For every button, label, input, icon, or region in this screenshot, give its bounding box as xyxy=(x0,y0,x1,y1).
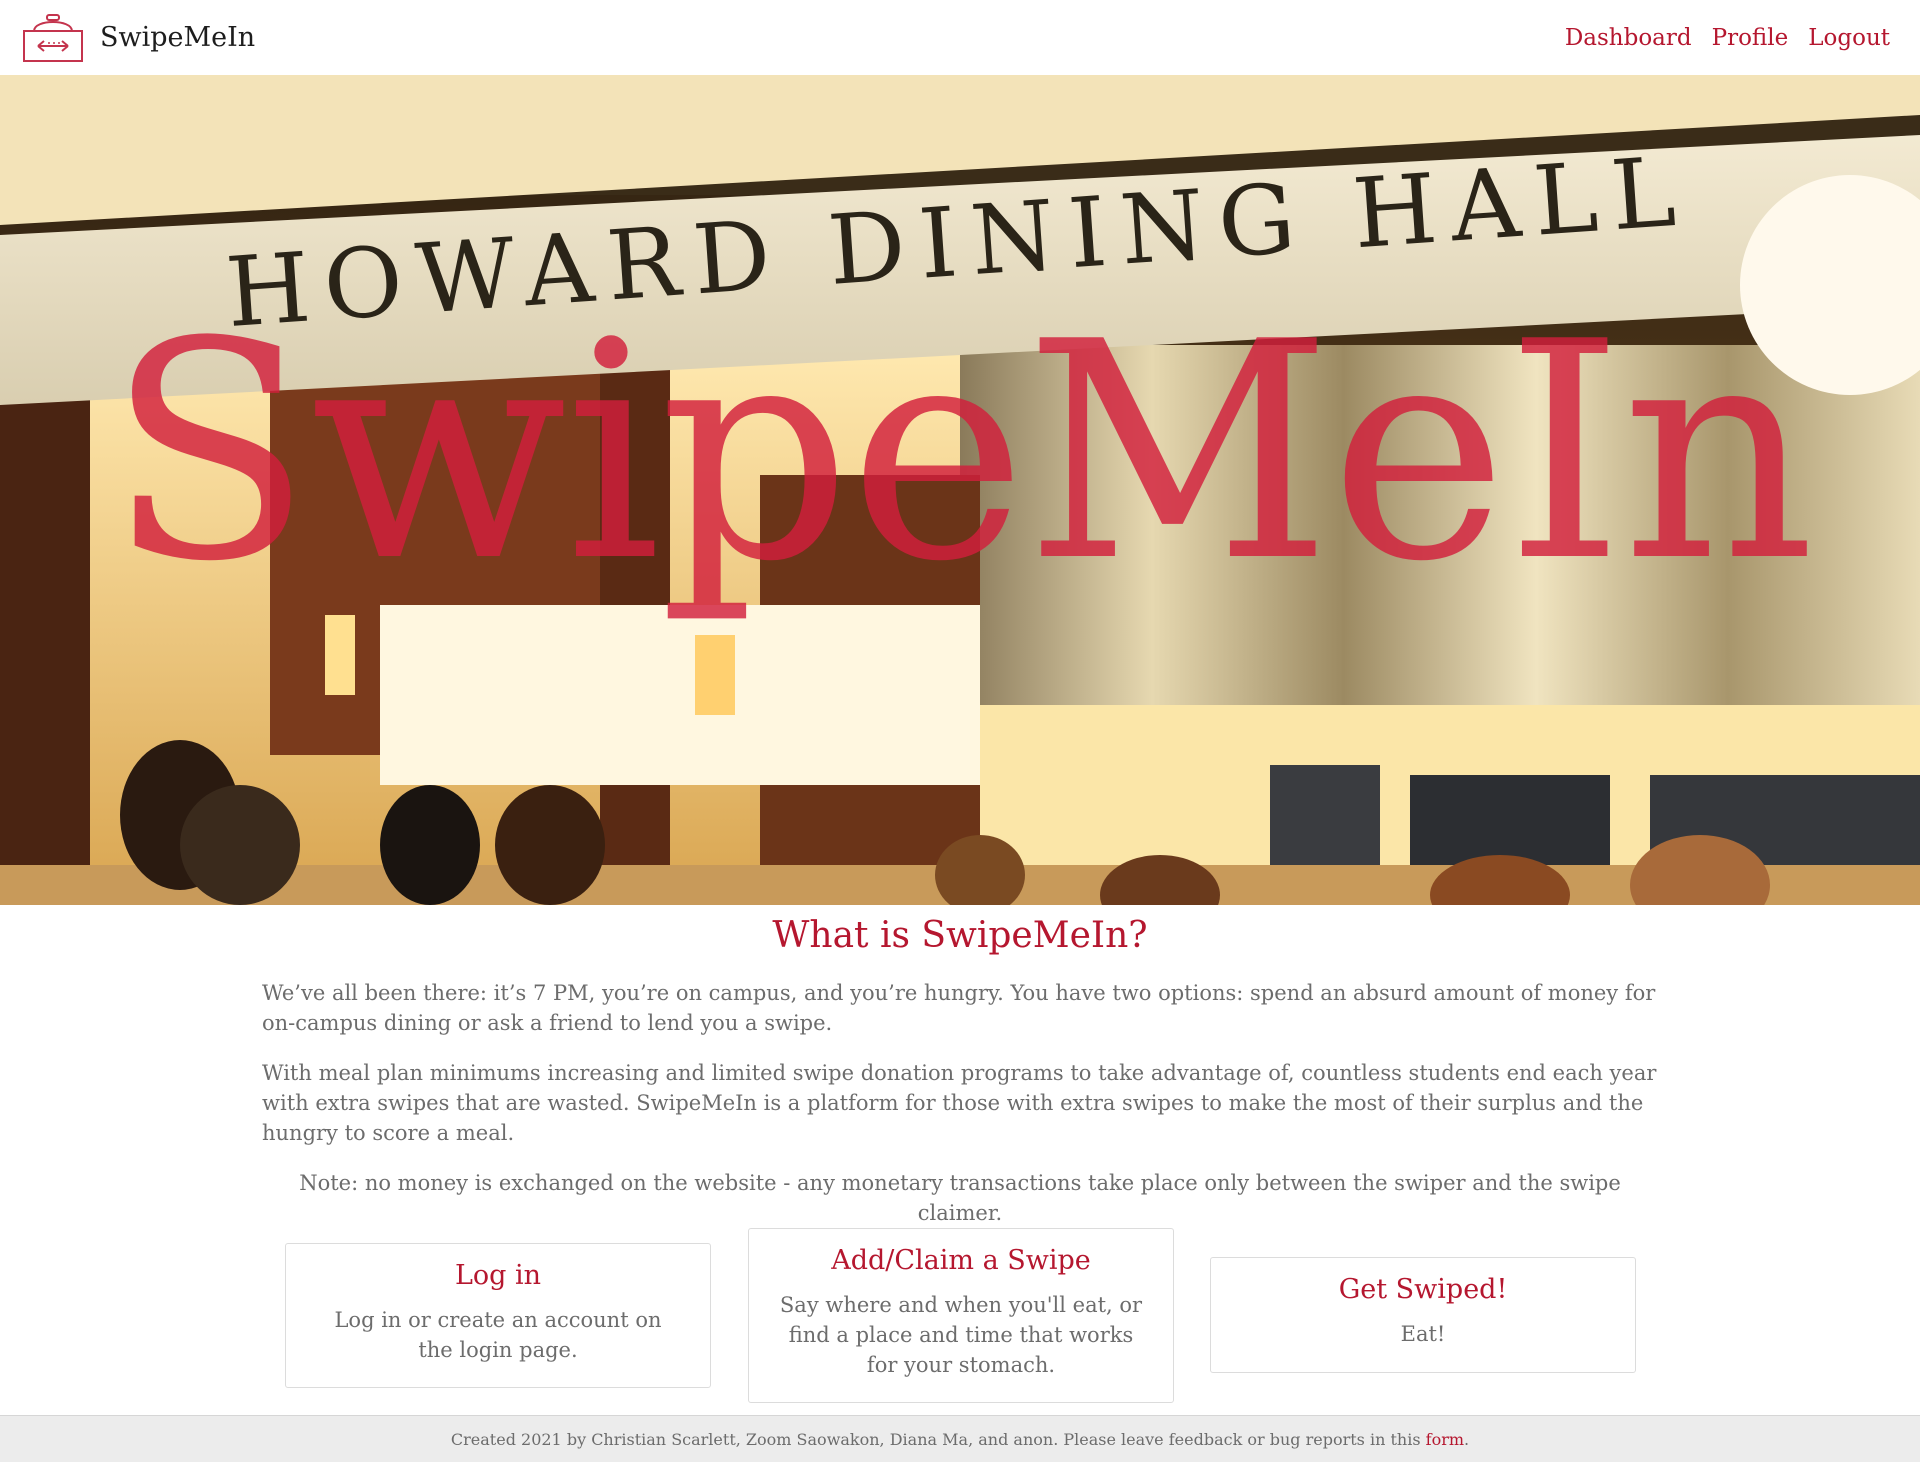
footer-text: Created 2021 by Christian Scarlett, Zoom… xyxy=(450,1429,1421,1449)
nav-link-logout[interactable]: Logout xyxy=(1808,25,1890,51)
navbar: SwipeMeIn Dashboard Profile Logout xyxy=(0,0,1920,75)
steps-cards: Log in Log in or create an account on th… xyxy=(262,1228,1658,1403)
card-log-in[interactable]: Log in Log in or create an account on th… xyxy=(285,1243,711,1388)
nav-links: Dashboard Profile Logout xyxy=(1565,25,1900,51)
hero-title: SwipeMeIn xyxy=(106,278,1815,627)
card-add-claim-swipe[interactable]: Add/Claim a Swipe Say where and when you… xyxy=(748,1228,1174,1403)
about-note: Note: no money is exchanged on the websi… xyxy=(299,1171,1621,1225)
nav-link-dashboard[interactable]: Dashboard xyxy=(1565,25,1692,51)
swipe-logo-icon xyxy=(23,13,83,62)
card-title-get-swiped: Get Swiped! xyxy=(1338,1274,1508,1305)
card-title-log-in: Log in xyxy=(454,1260,542,1291)
about-paragraph-2: With meal plan minimums increasing and l… xyxy=(262,1061,1657,1145)
hero-banner: HOWARD DINING HALL SwipeMeIn xyxy=(0,75,1920,905)
card-get-swiped[interactable]: Get Swiped! Eat! xyxy=(1210,1257,1636,1373)
about-paragraph-1: We’ve all been there: it’s 7 PM, you’re … xyxy=(262,981,1656,1035)
nav-link-profile[interactable]: Profile xyxy=(1712,25,1789,51)
brand-link[interactable]: SwipeMeIn xyxy=(20,11,255,65)
about-section: What is SwipeMeIn? We’ve all been there:… xyxy=(262,915,1658,1248)
about-title: What is SwipeMeIn? xyxy=(772,915,1148,956)
brand-name: SwipeMeIn xyxy=(100,22,256,53)
feedback-form-link[interactable]: form xyxy=(1426,1430,1464,1449)
card-text-log-in: Log in or create an account on the login… xyxy=(334,1308,662,1362)
footer: Created 2021 by Christian Scarlett, Zoom… xyxy=(0,1415,1920,1462)
card-title-add-claim-swipe: Add/Claim a Swipe xyxy=(831,1245,1091,1276)
footer-suffix: . xyxy=(1464,1429,1470,1449)
card-text-add-claim-swipe: Say where and when you'll eat, or find a… xyxy=(779,1293,1143,1377)
card-text-get-swiped: Eat! xyxy=(1400,1322,1446,1346)
